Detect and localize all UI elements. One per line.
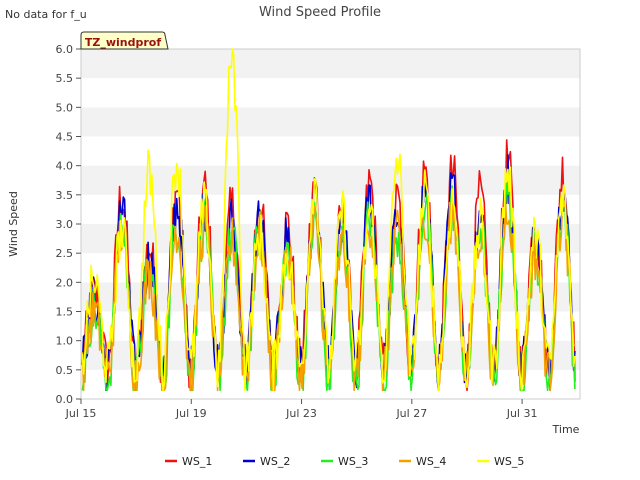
x-tick-label: Jul 15	[65, 407, 97, 420]
y-tick-label: 3.5	[56, 189, 74, 202]
x-axis-ticks: Jul 15 Jul 19 Jul 23 Jul 27 Jul 31	[65, 399, 538, 420]
y-tick-label: 3.0	[56, 218, 74, 231]
grid-band	[81, 49, 580, 79]
x-tick-label: Jul 27	[395, 407, 427, 420]
legend-label: WS_1	[182, 455, 212, 468]
y-axis-label: Wind Speed	[7, 191, 20, 257]
legend-label: WS_2	[260, 455, 290, 468]
y-tick-label: 1.0	[56, 335, 74, 348]
y-tick-label: 0.5	[56, 364, 74, 377]
status-note: No data for f_u	[5, 8, 87, 21]
legend: WS_1 WS_2 WS_3 WS_4 WS_5	[165, 455, 524, 468]
legend-label: WS_3	[338, 455, 368, 468]
y-tick-label: 2.5	[56, 247, 74, 260]
legend-label: WS_4	[416, 455, 446, 468]
plot-badge: TZ_windprof	[80, 31, 169, 50]
chart-title: Wind Speed Profile	[259, 5, 381, 20]
grid-band	[81, 136, 580, 166]
y-tick-label: 1.5	[56, 306, 74, 319]
y-tick-label: 0.0	[56, 393, 74, 406]
y-tick-label: 4.0	[56, 160, 74, 173]
y-tick-label: 5.5	[56, 72, 74, 85]
y-tick-label: 2.0	[56, 276, 74, 289]
x-tick-label: Jul 19	[175, 407, 207, 420]
legend-label: WS_5	[494, 455, 524, 468]
chart-canvas: No data for f_u Wind Speed Profile 0.00.…	[5, 5, 581, 468]
grid-band	[81, 107, 580, 137]
grid-band	[81, 78, 580, 108]
y-tick-label: 5.0	[56, 101, 74, 114]
x-tick-label: Jul 31	[506, 407, 538, 420]
y-tick-label: 6.0	[56, 43, 74, 56]
badge-label: TZ_windprof	[85, 36, 161, 49]
y-axis-ticks: 0.0 0.5 1.0 1.5 2.0 2.5 3.0 3.5 4.0 4.5 5.0 5.5 6.0	[56, 43, 81, 406]
x-axis-label: Time	[552, 423, 580, 436]
y-tick-label: 4.5	[56, 131, 74, 144]
x-tick-label: Jul 23	[285, 407, 317, 420]
